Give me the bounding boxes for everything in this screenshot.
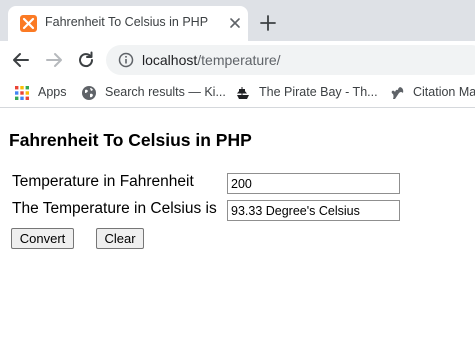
page-content: Fahrenheit To Celsius in PHP Temperature… — [0, 109, 475, 350]
page-title: Fahrenheit To Celsius in PHP — [9, 130, 252, 150]
browser-tab[interactable]: Fahrenheit To Celsius in PHP — [8, 6, 248, 41]
bookmark-label: Apps — [38, 85, 67, 99]
new-tab-icon[interactable] — [259, 14, 277, 32]
forward-arrow-icon[interactable] — [44, 50, 64, 70]
reload-icon[interactable] — [76, 50, 96, 70]
url-path: /temperature/ — [197, 52, 281, 68]
bookmark-label: The Pirate Bay - Th... — [259, 85, 378, 99]
fahrenheit-input[interactable] — [227, 173, 400, 194]
squirrel-icon — [389, 85, 405, 101]
back-arrow-icon[interactable] — [11, 50, 31, 70]
url-text: localhost/temperature/ — [142, 52, 281, 68]
celsius-label: The Temperature in Celsius is — [12, 200, 217, 217]
bookmark-label: Search results — Ki... — [105, 85, 226, 99]
bookmarks-bar: Apps Search results — Ki... The Pirate B… — [0, 78, 475, 108]
pirate-ship-icon — [235, 85, 251, 101]
xampp-icon — [20, 15, 37, 32]
url-host: localhost — [142, 52, 198, 68]
tab-strip: Fahrenheit To Celsius in PHP — [0, 0, 475, 41]
tab-title: Fahrenheit To Celsius in PHP — [45, 15, 209, 29]
address-bar[interactable]: localhost/temperature/ — [106, 45, 475, 75]
browser-toolbar: localhost/temperature/ — [0, 41, 475, 78]
celsius-output-field[interactable] — [227, 200, 400, 221]
globe-icon — [81, 85, 97, 101]
close-tab-icon[interactable] — [226, 14, 244, 32]
info-icon[interactable] — [118, 52, 134, 68]
convert-button[interactable]: Convert — [11, 228, 74, 249]
fahrenheit-label: Temperature in Fahrenheit — [12, 173, 194, 190]
apps-grid-icon — [14, 85, 30, 101]
clear-button[interactable]: Clear — [96, 228, 144, 249]
bookmark-label: Citation Ma — [413, 85, 475, 99]
